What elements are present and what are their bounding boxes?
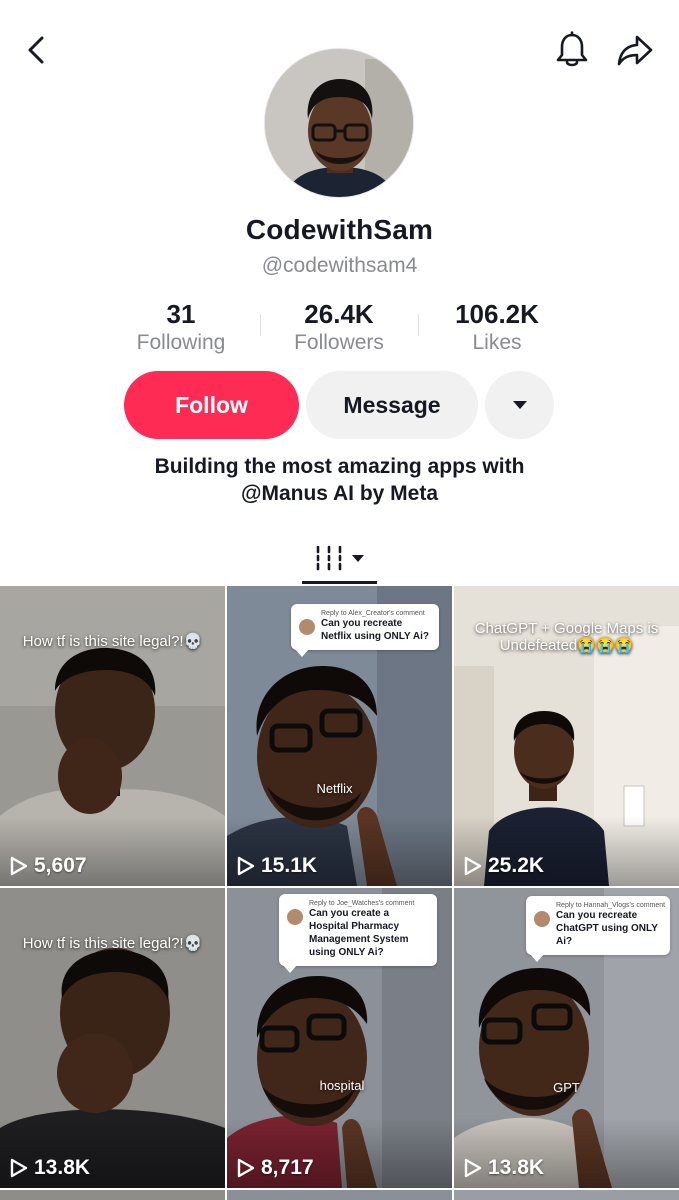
video-thumbnail[interactable]: How tf is this site legal?!💀 13.8K <box>0 888 225 1188</box>
reply-from-text: Reply to Hannah_Vlogs's comment <box>556 902 666 909</box>
stat-label: Following <box>136 331 226 354</box>
video-caption: How tf is this site legal?!💀 <box>22 935 203 952</box>
reply-text: Can you create a Hospital Pharmacy Manag… <box>309 908 409 958</box>
video-thumbnail-partial[interactable] <box>227 1190 452 1200</box>
caret-down-icon <box>351 554 364 562</box>
video-thumbnail-partial[interactable] <box>0 1190 225 1200</box>
reply-tail <box>283 965 297 973</box>
reply-tail <box>295 649 309 657</box>
video-caption: ChatGPT + Google Maps is Undefeated😭😭😭 <box>474 620 659 654</box>
view-count-text: 15.1K <box>261 854 318 877</box>
video-grid: How tf is this site legal?!💀 5,607 Reply… <box>0 586 679 1200</box>
reply-comment-card: Reply to Hannah_Vlogs's comment Can you … <box>526 896 670 962</box>
share-arrow-icon <box>617 35 653 66</box>
commenter-avatar <box>534 911 550 927</box>
play-icon <box>464 1158 482 1178</box>
active-tab-indicator <box>302 581 377 584</box>
username: @codewithsam4 <box>261 254 418 277</box>
play-icon <box>237 1158 255 1178</box>
reply-comment-card: Reply to Joe_Watches's comment Can you c… <box>279 894 437 973</box>
view-count-text: 13.8K <box>34 1156 91 1179</box>
video-label: GPT <box>553 1080 580 1095</box>
back-button[interactable] <box>18 30 54 70</box>
view-count: 13.8K <box>10 1156 90 1180</box>
bio-line[interactable]: @Manus AI by Meta <box>0 480 679 507</box>
caret-down-icon <box>512 401 527 409</box>
view-count: 13.8K <box>464 1156 544 1180</box>
video-thumbnail[interactable]: ChatGPT + Google Maps is Undefeated😭😭😭 2… <box>454 586 679 886</box>
profile-bio: Building the most amazing apps with @Man… <box>0 453 679 507</box>
commenter-avatar <box>299 619 315 635</box>
bell-icon <box>556 31 588 67</box>
reply-text: Can you recreate Netflix using ONLY Ai? <box>321 618 429 642</box>
reply-tail <box>530 954 544 962</box>
play-icon <box>237 856 255 876</box>
display-name: CodewithSam <box>245 214 434 245</box>
video-thumbnail[interactable]: Reply to Hannah_Vlogs's comment Can you … <box>454 888 679 1188</box>
stat-likes[interactable]: 106.2K Likes <box>418 298 576 358</box>
stat-value: 106.2K <box>455 299 539 329</box>
stat-following[interactable]: 31 Following <box>102 298 260 358</box>
view-count-text: 13.8K <box>488 1156 545 1179</box>
bio-line: Building the most amazing apps with <box>154 455 525 478</box>
video-label: Netflix <box>316 781 353 796</box>
chevron-left-icon <box>28 36 44 64</box>
more-options-button[interactable] <box>485 371 554 439</box>
message-button[interactable]: Message <box>306 371 478 439</box>
profile-stats: 31 Following 26.4K Followers 106.2K Like… <box>102 298 576 358</box>
commenter-avatar <box>287 909 303 925</box>
stat-followers[interactable]: 26.4K Followers <box>260 298 418 358</box>
view-count-text: 25.2K <box>488 854 545 877</box>
stat-label: Followers <box>294 331 384 354</box>
reply-from-text: Reply to Joe_Watches's comment <box>309 900 415 907</box>
play-icon <box>10 1158 28 1178</box>
reply-text: Can you recreate ChatGPT using ONLY Ai? <box>556 910 658 947</box>
video-thumbnail[interactable]: How tf is this site legal?!💀 5,607 <box>0 586 225 886</box>
view-count: 25.2K <box>464 854 544 878</box>
play-icon <box>464 856 482 876</box>
video-thumbnail[interactable]: Reply to Joe_Watches's comment Can you c… <box>227 888 452 1188</box>
video-thumbnail[interactable]: Reply to Alex_Creator's comment Can you … <box>227 586 452 886</box>
stat-value: 26.4K <box>304 299 374 329</box>
avatar-portrait <box>265 49 413 197</box>
play-icon <box>10 856 28 876</box>
tab-videos[interactable] <box>302 530 377 586</box>
profile-avatar[interactable] <box>264 48 414 198</box>
content-tabs <box>0 530 679 586</box>
share-button[interactable] <box>614 30 656 70</box>
follow-button[interactable]: Follow <box>124 371 299 439</box>
reply-comment-card: Reply to Alex_Creator's comment Can you … <box>291 604 439 657</box>
video-caption: How tf is this site legal?!💀 <box>22 633 203 650</box>
view-count: 8,717 <box>237 1156 314 1180</box>
next-row-peek <box>0 1186 679 1200</box>
stat-label: Likes <box>472 331 522 354</box>
stat-value: 31 <box>166 299 196 329</box>
view-count: 5,607 <box>10 854 87 878</box>
notification-button[interactable] <box>552 30 592 70</box>
view-count: 15.1K <box>237 854 317 878</box>
view-count-text: 5,607 <box>34 854 87 877</box>
view-count-text: 8,717 <box>261 1156 314 1179</box>
grid-icon <box>316 545 341 571</box>
reply-from-text: Reply to Alex_Creator's comment <box>321 610 425 617</box>
video-label: hospital <box>319 1078 365 1093</box>
video-thumbnail-partial[interactable] <box>454 1190 679 1200</box>
